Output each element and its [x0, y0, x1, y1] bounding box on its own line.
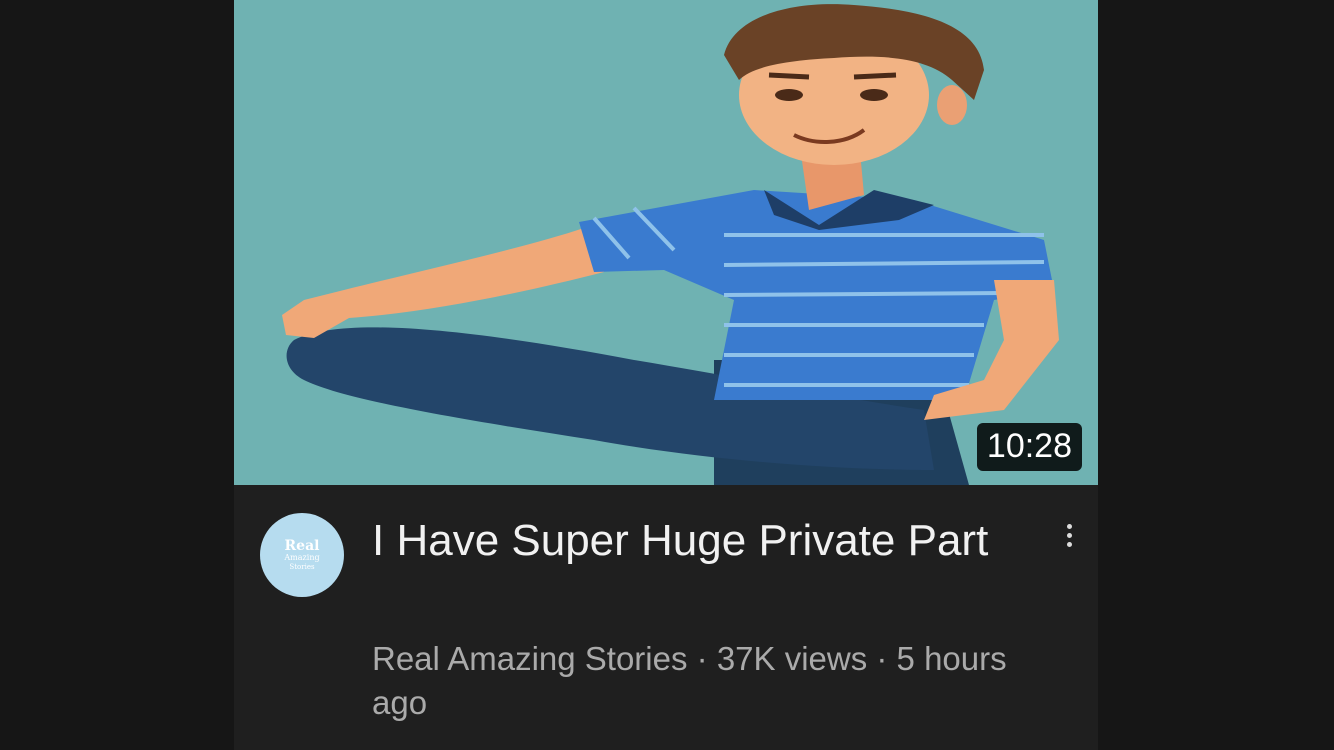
channel-name[interactable]: Real Amazing Stories	[372, 640, 687, 677]
avatar-text-line2: Amazing	[284, 552, 320, 562]
video-duration-badge: 10:28	[976, 423, 1082, 471]
avatar-text-line1: Real	[284, 537, 320, 554]
kebab-dot	[1066, 523, 1072, 529]
more-vert-icon[interactable]	[1054, 515, 1084, 555]
channel-avatar[interactable]: Real Amazing Stories	[260, 513, 344, 597]
kebab-dot	[1066, 541, 1072, 547]
left-margin	[0, 0, 234, 750]
video-subline: Real Amazing Stories · 37K views · 5 hou…	[372, 637, 1012, 725]
right-margin	[1098, 0, 1334, 750]
screen: 10:28 Real Amazing Stories I Have Super …	[0, 0, 1334, 750]
video-card[interactable]: 10:28 Real Amazing Stories I Have Super …	[234, 0, 1098, 750]
video-thumbnail[interactable]: 10:28	[234, 0, 1098, 485]
avatar-text-line3: Stories	[289, 562, 315, 571]
view-count: 37K views	[716, 640, 868, 677]
thumbnail-illustration	[234, 0, 1098, 485]
separator: ·	[687, 640, 717, 677]
video-metadata: Real Amazing Stories I Have Super Huge P…	[234, 485, 1098, 750]
separator: ·	[867, 640, 897, 677]
kebab-dot	[1066, 532, 1072, 538]
video-title[interactable]: I Have Super Huge Private Part	[372, 513, 1012, 569]
